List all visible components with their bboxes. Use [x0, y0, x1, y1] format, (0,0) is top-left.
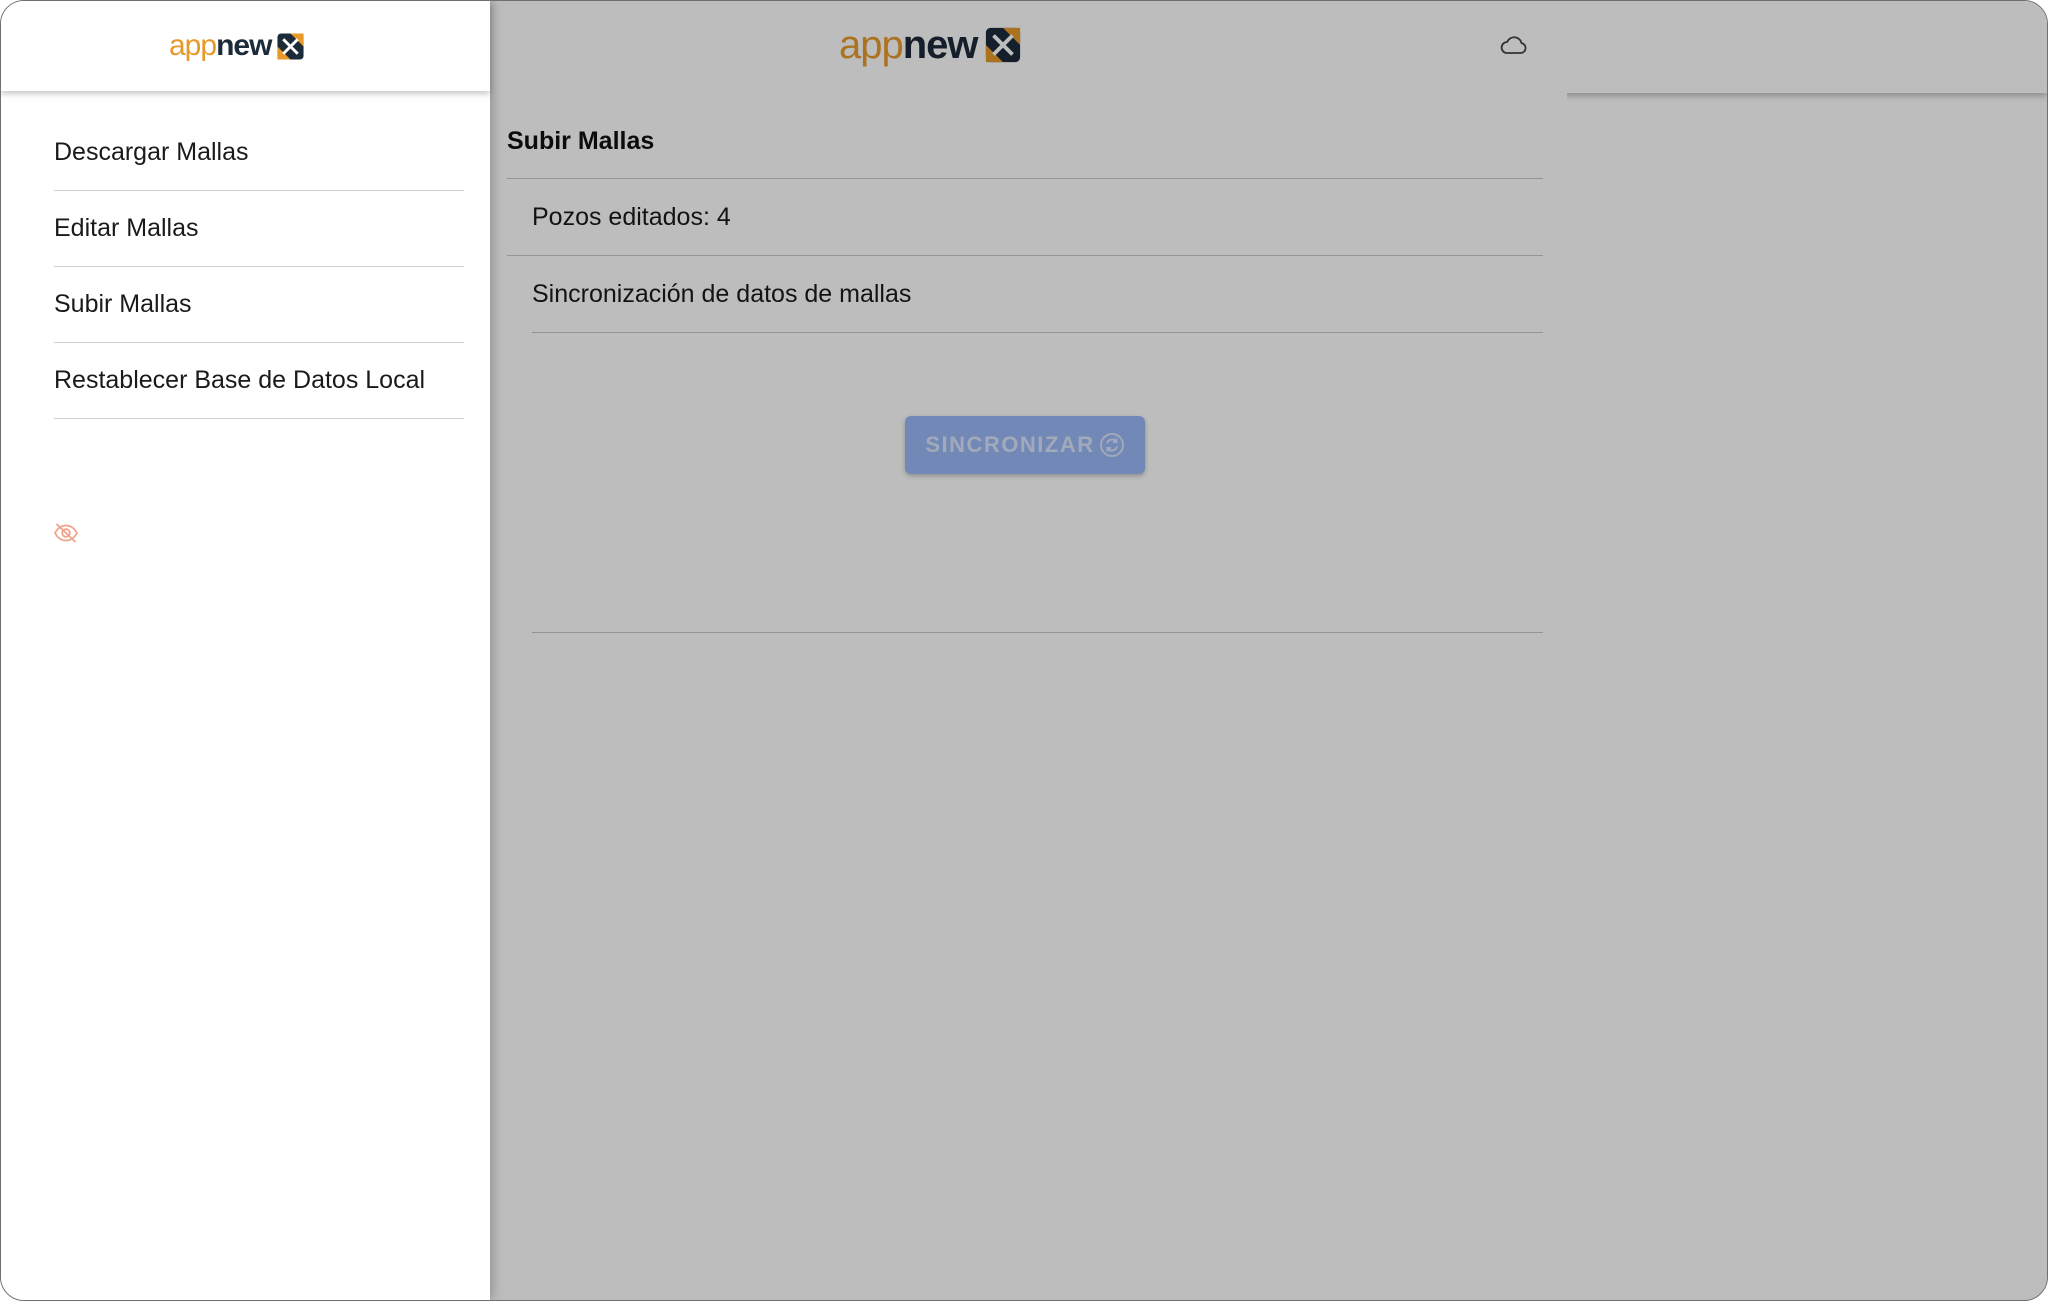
menu-item-descargar-mallas[interactable]: Descargar Mallas — [54, 115, 464, 191]
logo-mark-icon — [277, 32, 304, 60]
drawer-header: appnew — [1, 1, 490, 91]
menu-item-restablecer-base-de-datos[interactable]: Restablecer Base de Datos Local — [54, 343, 464, 419]
navigation-drawer: appnew Descargar Mallas Editar Mallas Su… — [1, 1, 490, 1300]
menu-item-label: Restablecer Base de Datos Local — [54, 366, 426, 394]
menu-item-editar-mallas[interactable]: Editar Mallas — [54, 191, 464, 267]
drawer-menu: Descargar Mallas Editar Mallas Subir Mal… — [54, 115, 464, 419]
logo-wordmark: appnew — [169, 29, 272, 62]
menu-item-label: Descargar Mallas — [54, 138, 249, 166]
menu-item-subir-mallas[interactable]: Subir Mallas — [54, 267, 464, 343]
logo-app-text: app — [169, 29, 217, 62]
eye-off-icon[interactable] — [53, 522, 79, 544]
drawer-logo: appnew — [169, 31, 305, 61]
logo-new-text: new — [216, 29, 272, 62]
menu-item-label: Subir Mallas — [54, 290, 192, 318]
menu-item-label: Editar Mallas — [54, 214, 199, 242]
app-window: appnew Subir Mallas Pozos editados: 4 Si… — [0, 0, 2048, 1301]
